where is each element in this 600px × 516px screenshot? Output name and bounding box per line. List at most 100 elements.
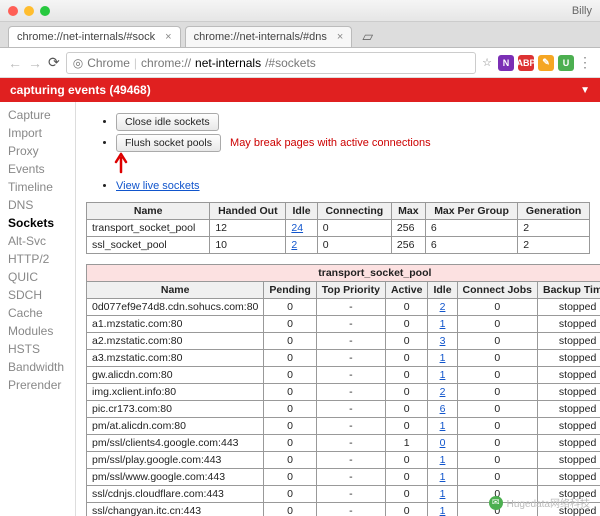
cell: 6 <box>425 237 517 254</box>
idle-link[interactable]: 1 <box>440 369 446 381</box>
extension-icon[interactable]: U <box>558 55 574 71</box>
cell: - <box>316 299 385 316</box>
host-name: ssl/changyan.itc.cn:443 <box>87 503 264 516</box>
sidebar-item-alt-svc[interactable]: Alt-Svc <box>0 232 75 250</box>
sidebar-item-http-2[interactable]: HTTP/2 <box>0 250 75 268</box>
forward-button[interactable]: → <box>28 55 42 71</box>
sidebar-item-sdch[interactable]: SDCH <box>0 286 75 304</box>
sidebar-item-capture[interactable]: Capture <box>0 106 75 124</box>
cell: 0 <box>428 435 457 452</box>
idle-link[interactable]: 1 <box>440 505 446 516</box>
cell: 0 <box>457 367 537 384</box>
idle-link[interactable]: 1 <box>440 471 446 483</box>
close-idle-sockets-button[interactable]: Close idle sockets <box>116 113 219 131</box>
cell: 0 <box>264 469 316 486</box>
idle-link[interactable]: 24 <box>291 222 303 234</box>
cell: stopped <box>537 435 600 452</box>
sidebar-item-modules[interactable]: Modules <box>0 322 75 340</box>
chrome-menu-icon[interactable]: ⋮ <box>578 54 592 71</box>
cell: 0 <box>385 469 428 486</box>
site-chip-label: Chrome <box>87 56 130 70</box>
bookmark-star-icon[interactable]: ☆ <box>482 56 492 69</box>
sidebar-item-timeline[interactable]: Timeline <box>0 178 75 196</box>
column-header: Max Per Group <box>425 203 517 220</box>
cell: 0 <box>264 435 316 452</box>
sidebar-item-proxy[interactable]: Proxy <box>0 142 75 160</box>
idle-link[interactable]: 1 <box>440 318 446 330</box>
cell: 0 <box>264 401 316 418</box>
sidebar-item-quic[interactable]: QUIC <box>0 268 75 286</box>
column-header: Connect Jobs <box>457 282 537 299</box>
sidebar-item-events[interactable]: Events <box>0 160 75 178</box>
sidebar-item-hsts[interactable]: HSTS <box>0 340 75 358</box>
cell: 2 <box>518 237 590 254</box>
host-name: pm/at.alicdn.com:80 <box>87 418 264 435</box>
flush-warning-text: May break pages with active connections <box>230 137 431 149</box>
socket-pool-summary-table: NameHanded OutIdleConnectingMaxMax Per G… <box>86 202 590 254</box>
close-window-icon[interactable] <box>8 6 18 16</box>
table-row: pm/ssl/www.google.com:4430-010stoppedfal… <box>87 469 600 486</box>
minimize-window-icon[interactable] <box>24 6 34 16</box>
table-caption: transport_socket_pool <box>87 265 600 282</box>
capture-banner[interactable]: capturing events (49468) ▼ <box>0 78 600 102</box>
zoom-window-icon[interactable] <box>40 6 50 16</box>
table-row: transport_socket_pool1224025662 <box>87 220 590 237</box>
idle-link[interactable]: 3 <box>440 335 446 347</box>
cell: 2 <box>518 220 590 237</box>
back-button[interactable]: ← <box>8 55 22 71</box>
sidebar-item-sockets[interactable]: Sockets <box>0 214 75 232</box>
idle-link[interactable]: 1 <box>440 352 446 364</box>
sidebar-item-prerender[interactable]: Prerender <box>0 376 75 394</box>
cell: - <box>316 418 385 435</box>
chevron-down-icon[interactable]: ▼ <box>580 85 590 96</box>
reload-button[interactable]: ⟳ <box>48 54 60 71</box>
close-tab-icon[interactable]: × <box>165 31 171 43</box>
sidebar-item-dns[interactable]: DNS <box>0 196 75 214</box>
cell: - <box>316 469 385 486</box>
table-row: 0d077ef9e74d8.cdn.sohucs.com:800-020stop… <box>87 299 600 316</box>
profile-name[interactable]: Billy <box>572 5 592 17</box>
table-row: pm/at.alicdn.com:800-010stoppedfalse <box>87 418 600 435</box>
cell: 2 <box>428 299 457 316</box>
cell: - <box>316 367 385 384</box>
cell: 0 <box>385 418 428 435</box>
cell: 256 <box>391 220 425 237</box>
column-header: Active <box>385 282 428 299</box>
address-bar[interactable]: ◎ Chrome | chrome://net-internals/#socke… <box>66 52 476 74</box>
cell: - <box>316 333 385 350</box>
column-header: Name <box>87 282 264 299</box>
host-name: pm/ssl/play.google.com:443 <box>87 452 264 469</box>
cell: 0 <box>385 299 428 316</box>
extension-icon[interactable]: ✎ <box>538 55 554 71</box>
pool-name: transport_socket_pool <box>87 220 210 237</box>
idle-link[interactable]: 1 <box>440 454 446 466</box>
cell: - <box>316 401 385 418</box>
cell: 0 <box>264 418 316 435</box>
sidebar-item-bandwidth[interactable]: Bandwidth <box>0 358 75 376</box>
view-live-sockets-link[interactable]: View live sockets <box>116 180 200 192</box>
host-name: ssl/cdnjs.cloudflare.com:443 <box>87 486 264 503</box>
extension-icon[interactable]: ABP <box>518 55 534 71</box>
new-tab-button[interactable]: ▱ <box>356 26 379 47</box>
idle-link[interactable]: 6 <box>440 403 446 415</box>
idle-link[interactable]: 0 <box>440 437 446 449</box>
tab-net-internals-sockets[interactable]: chrome://net-internals/#sock × <box>8 26 181 47</box>
flush-socket-pools-button[interactable]: Flush socket pools <box>116 134 221 152</box>
cell: 0 <box>385 333 428 350</box>
sidebar-item-cache[interactable]: Cache <box>0 304 75 322</box>
cell: 24 <box>286 220 317 237</box>
cell: 2 <box>286 237 317 254</box>
table-row: pic.cr173.com:800-060stoppedfalse <box>87 401 600 418</box>
tab-net-internals-dns[interactable]: chrome://net-internals/#dns × <box>185 26 353 47</box>
host-name: a2.mzstatic.com:80 <box>87 333 264 350</box>
idle-link[interactable]: 1 <box>440 420 446 432</box>
close-tab-icon[interactable]: × <box>337 31 343 43</box>
idle-link[interactable]: 2 <box>440 301 446 313</box>
toolbar: ← → ⟳ ◎ Chrome | chrome://net-internals/… <box>0 48 600 78</box>
sidebar-item-import[interactable]: Import <box>0 124 75 142</box>
idle-link[interactable]: 2 <box>440 386 446 398</box>
extension-icon[interactable]: N <box>498 55 514 71</box>
cell: 0 <box>264 350 316 367</box>
idle-link[interactable]: 2 <box>291 239 297 251</box>
idle-link[interactable]: 1 <box>440 488 446 500</box>
